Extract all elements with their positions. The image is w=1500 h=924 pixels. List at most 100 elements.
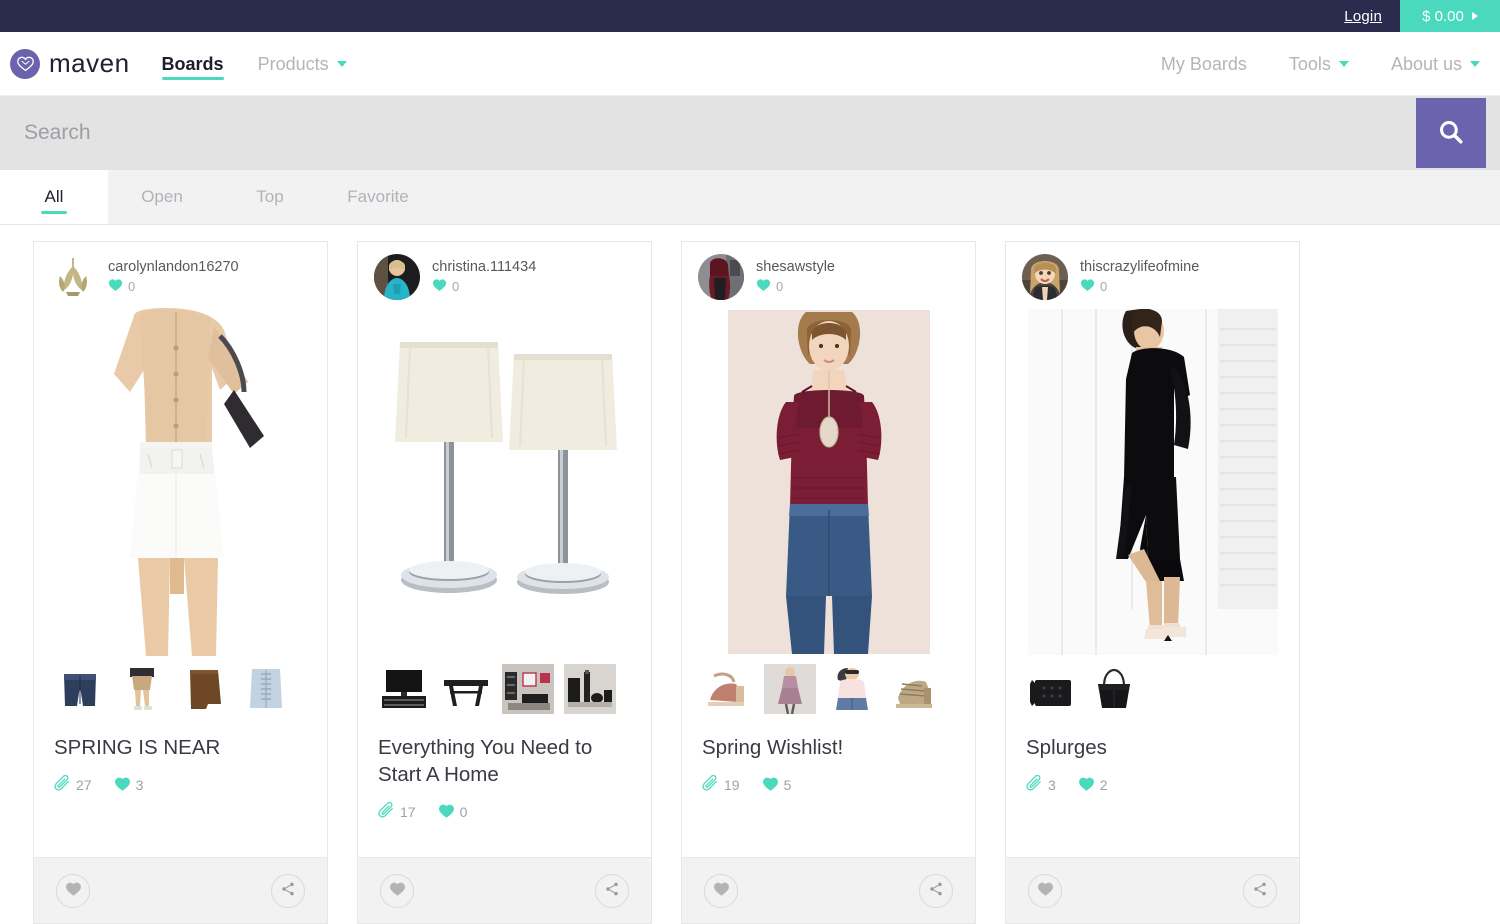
black-studded-clutch-thumb[interactable]	[1024, 662, 1080, 716]
paperclip-icon	[702, 774, 719, 795]
board-stats: 17 0	[378, 801, 633, 822]
nav-item-tools[interactable]: Tools	[1289, 32, 1349, 96]
heart-icon	[1080, 278, 1095, 295]
share-button[interactable]	[595, 873, 629, 908]
denim-shorts-thumb[interactable]	[52, 662, 108, 716]
board-thumbnail-strip	[1006, 658, 1299, 720]
login-link[interactable]: Login	[1344, 0, 1400, 32]
nav-item-about-us[interactable]: About us	[1391, 32, 1480, 96]
favorite-button[interactable]	[380, 873, 414, 908]
board-hero-image[interactable]	[358, 306, 651, 658]
black-slit-dress-photo	[1027, 309, 1278, 655]
like-count-value: 2	[1099, 777, 1108, 794]
board-title[interactable]: Splurges	[1026, 734, 1281, 761]
caret-right-icon	[1471, 12, 1478, 20]
board-hero-image[interactable]	[682, 306, 975, 658]
share-icon	[1252, 881, 1268, 900]
board-card-user: carolynlandon16270 0	[108, 259, 239, 295]
nav-item-boards[interactable]: Boards	[161, 32, 224, 96]
user-like-count: 0	[1080, 278, 1199, 295]
tab-label: Favorite	[347, 187, 409, 206]
bath-accessory-set-thumb[interactable]	[562, 662, 618, 716]
share-button[interactable]	[919, 873, 953, 908]
heart-icon	[713, 881, 730, 900]
chevron-down-icon	[1338, 60, 1349, 67]
search-button[interactable]	[1416, 98, 1486, 168]
tab-label: All	[44, 187, 64, 206]
heart-icon	[438, 803, 455, 822]
like-count-value: 0	[459, 804, 468, 821]
board-like-count: 2	[1078, 776, 1108, 795]
tab-favorite[interactable]: Favorite	[324, 170, 432, 224]
board-card-body: Spring Wishlist! 19 5	[682, 720, 975, 857]
share-icon	[604, 881, 620, 900]
board-card-footer	[1006, 857, 1299, 923]
board-thumbnail-strip	[34, 658, 327, 720]
board-card[interactable]: shesawstyle 0 Spring Wishlist! 19 5	[681, 241, 976, 924]
share-button[interactable]	[271, 873, 305, 908]
living-room-set-thumb[interactable]	[500, 662, 556, 716]
heart-icon	[756, 278, 771, 295]
blonde-woman-avatar[interactable]	[1022, 254, 1068, 300]
heart-icon	[762, 776, 779, 795]
heart-icon	[432, 278, 447, 295]
leaf-avatar-icon[interactable]	[50, 254, 96, 300]
favorite-button[interactable]	[1028, 873, 1062, 908]
block-heel-sandal-thumb[interactable]	[700, 662, 756, 716]
nav-item-my-boards[interactable]: My Boards	[1161, 32, 1247, 96]
like-count-value: 0	[128, 279, 136, 294]
dining-table-thumb[interactable]	[438, 662, 494, 716]
board-filter-tabs: All Open Top Favorite	[0, 170, 1500, 225]
paperclip-icon	[1026, 774, 1043, 795]
brand-logo[interactable]: maven	[10, 48, 130, 79]
board-hero-image[interactable]	[1006, 306, 1299, 658]
share-button[interactable]	[1243, 873, 1277, 908]
heart-icon	[114, 776, 131, 795]
share-icon	[928, 881, 944, 900]
nav-item-label: About us	[1390, 53, 1462, 74]
black-tote-bag-thumb[interactable]	[1086, 662, 1142, 716]
username-label: shesawstyle	[756, 259, 835, 275]
board-like-count: 0	[438, 803, 468, 822]
red-hair-woman-avatar[interactable]	[698, 254, 744, 300]
board-title[interactable]: Everything You Need to Start A Home	[378, 734, 633, 788]
favorite-button[interactable]	[56, 873, 90, 908]
board-title[interactable]: SPRING IS NEAR	[54, 734, 309, 761]
tv-stand-thumb[interactable]	[376, 662, 432, 716]
cart-button[interactable]: $ 0.00	[1400, 0, 1500, 32]
khaki-shorts-outfit-thumb[interactable]	[114, 662, 170, 716]
clip-count: 19	[702, 774, 740, 795]
tab-active-underline	[365, 211, 391, 214]
tab-open[interactable]: Open	[108, 170, 216, 224]
nav-item-products[interactable]: Products	[258, 32, 347, 96]
like-count-value: 0	[452, 279, 460, 294]
brown-skirt-thumb[interactable]	[176, 662, 232, 716]
woman-teal-top-avatar[interactable]	[374, 254, 420, 300]
clip-count: 3	[1026, 774, 1056, 795]
gladiator-heel-thumb[interactable]	[886, 662, 942, 716]
board-card-body: Splurges 3 2	[1006, 720, 1299, 857]
light-denim-skirt-thumb[interactable]	[238, 662, 294, 716]
board-card[interactable]: thiscrazylifeofmine 0 Splurges 3 2	[1005, 241, 1300, 924]
tab-top[interactable]: Top	[216, 170, 324, 224]
board-hero-image[interactable]	[34, 306, 327, 658]
username-label: christina.111434	[432, 259, 537, 275]
tab-label: Open	[141, 187, 183, 206]
favorite-button[interactable]	[704, 873, 738, 908]
board-card[interactable]: christina.111434 0 Everything You Need t…	[357, 241, 652, 924]
mauve-midi-dress-thumb[interactable]	[762, 662, 818, 716]
brand-name: maven	[49, 48, 130, 78]
tab-active-underline	[149, 211, 175, 214]
board-title[interactable]: Spring Wishlist!	[702, 734, 957, 761]
blush-top-jeans-thumb[interactable]	[824, 662, 880, 716]
white-skirt-outfit-photo	[88, 308, 273, 656]
user-like-count: 0	[108, 278, 239, 295]
board-card[interactable]: carolynlandon16270 0 SPRING IS NEAR 27 3	[33, 241, 328, 924]
burgundy-lace-off-shoulder-top-photo	[727, 310, 930, 654]
tab-all[interactable]: All	[0, 170, 108, 224]
board-card-header: christina.111434 0	[358, 242, 651, 306]
chevron-down-icon	[336, 60, 347, 67]
search-input[interactable]	[0, 96, 1416, 170]
clip-count: 17	[378, 801, 416, 822]
utility-topbar: Login $ 0.00	[0, 0, 1500, 32]
